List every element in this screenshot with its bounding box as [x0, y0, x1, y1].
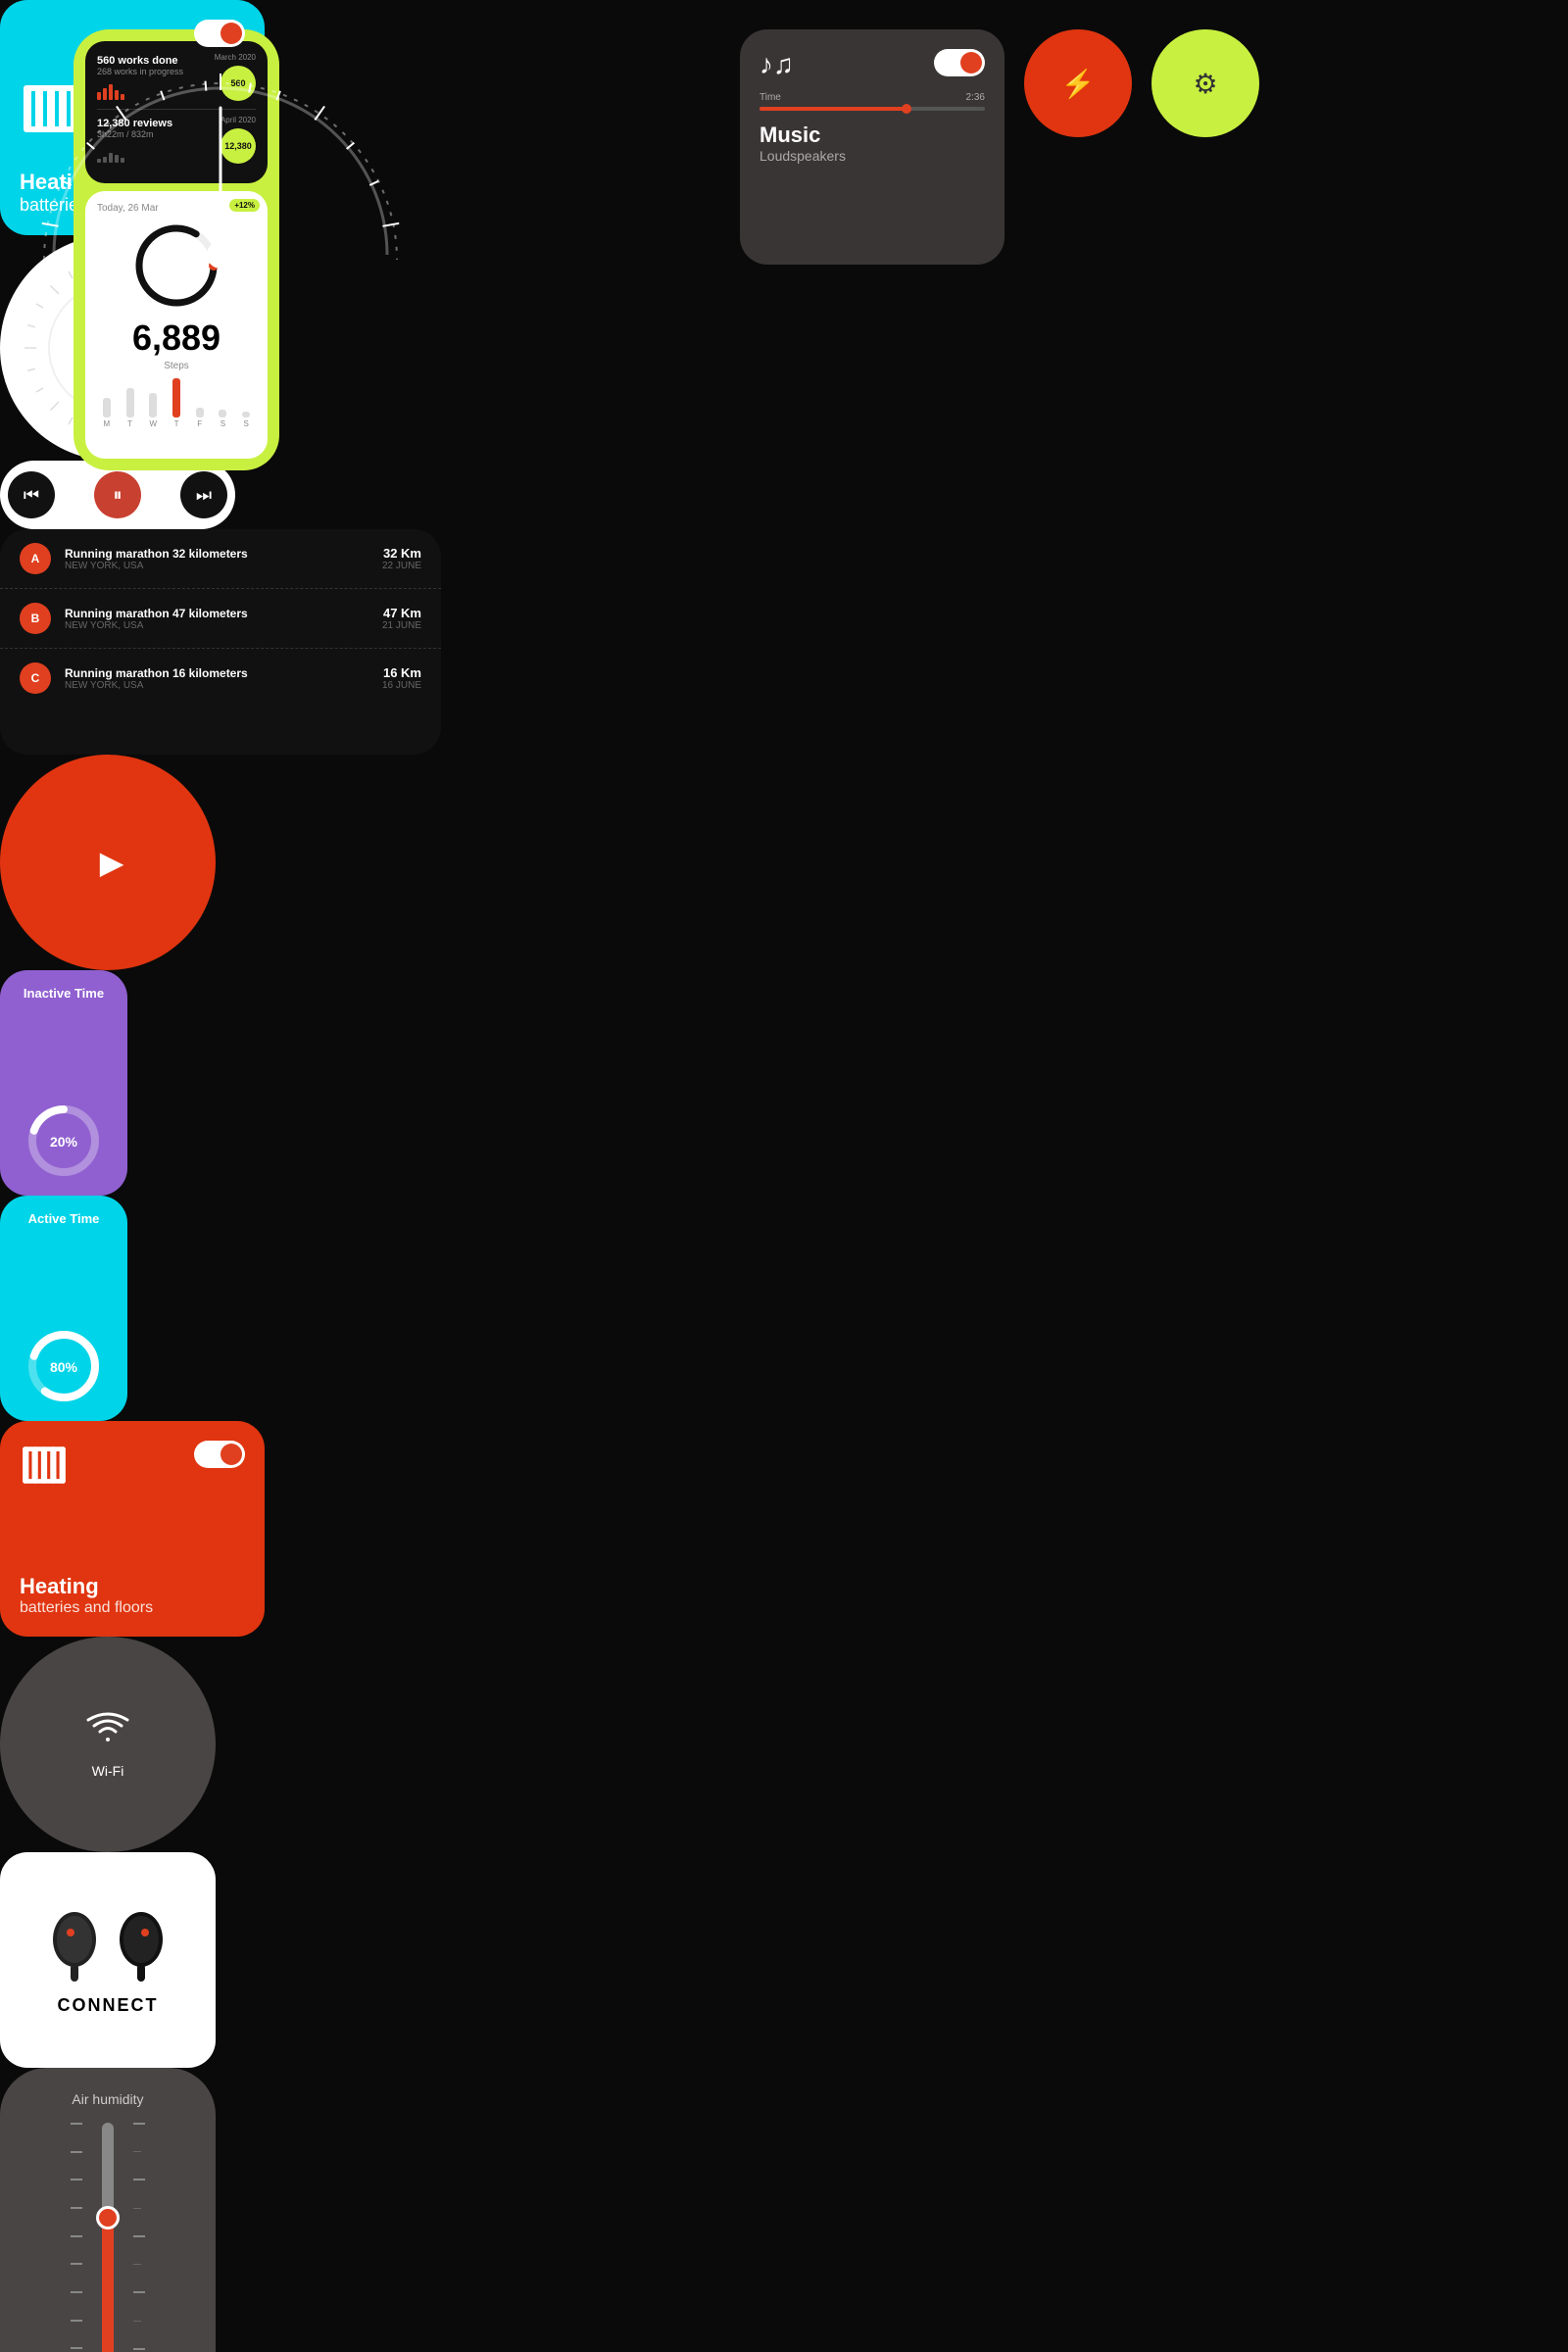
week-bar-w: W	[143, 393, 163, 428]
left-earbud-icon	[45, 1905, 104, 1984]
music-title: Music	[760, 122, 985, 148]
run-item-a: A Running marathon 32 kilometers NEW YOR…	[0, 529, 441, 589]
run-km-a: 32 Km	[382, 546, 421, 561]
week-bar-t: T	[121, 388, 140, 428]
music-progress: Time 2:36	[760, 92, 985, 111]
wifi-label: Wi-Fi	[92, 1763, 124, 1779]
week-bar-s2: S	[236, 412, 256, 428]
active-time-widget: Active Time 80%	[0, 1196, 127, 1421]
pulse-circle-widget[interactable]: ⚡	[1024, 29, 1132, 137]
connect-widget[interactable]: CONNECT	[0, 1852, 216, 2068]
connect-label[interactable]: CONNECT	[58, 1995, 159, 2016]
music-time-label: Time	[760, 92, 781, 103]
humidity-fill	[102, 2225, 114, 2352]
run-badge-c: C	[20, 662, 51, 694]
next-button[interactable]: ⏭	[180, 471, 227, 518]
inactive-time-widget: Inactive Time 20%	[0, 970, 127, 1196]
music-subtitle: Loudspeakers	[760, 148, 985, 164]
run-name-c: Running marathon 16 kilometers	[65, 666, 368, 680]
inactive-label: Inactive Time	[24, 986, 104, 1001]
run-badge-b: B	[20, 603, 51, 634]
run-name-b: Running marathon 47 kilometers	[65, 607, 368, 620]
week-bar-m: M	[97, 398, 117, 428]
wifi-widget[interactable]: Wi-Fi	[0, 1637, 216, 1852]
week-bar-t2: T	[167, 378, 186, 428]
run-info-c: Running marathon 16 kilometers NEW YORK,…	[65, 666, 368, 691]
wifi-signal-icon	[86, 1710, 129, 1745]
run-loc-a: NEW YORK, USA	[65, 561, 368, 571]
run-date-b: 21 JUNE	[382, 620, 421, 631]
music-header: ♪♫	[760, 49, 985, 80]
run-info-b: Running marathon 47 kilometers NEW YORK,…	[65, 607, 368, 631]
run-stats-b: 47 Km 21 JUNE	[382, 606, 421, 631]
run-stats-a: 32 Km 22 JUNE	[382, 546, 421, 571]
humidity-widget: Air humidity	[0, 2068, 216, 2352]
music-progress-fill	[760, 107, 906, 111]
music-progress-bar[interactable]	[760, 107, 985, 111]
run-km-b: 47 Km	[382, 606, 421, 620]
run-stats-c: 16 Km 16 JUNE	[382, 665, 421, 691]
run-loc-c: NEW YORK, USA	[65, 680, 368, 691]
humidity-track[interactable]	[102, 2123, 114, 2352]
pulse-icon: ⚡	[1061, 68, 1096, 100]
heating-bot-subtitle: batteries and floors	[20, 1599, 245, 1617]
steps-unit: Steps	[97, 361, 256, 371]
steps-value: 6,889	[97, 318, 256, 359]
heating-bot-title: Heating	[20, 1574, 245, 1599]
svg-text:80%: 80%	[50, 1359, 78, 1375]
run-date-c: 16 JUNE	[382, 680, 421, 691]
music-widget: ♪♫ Time 2:36 Music Loudspeakers	[740, 29, 1004, 265]
heating-bot-top	[20, 1441, 245, 1490]
run-item-b: B Running marathon 47 kilometers NEW YOR…	[0, 589, 441, 649]
active-label: Active Time	[28, 1211, 100, 1226]
active-donut: 80%	[24, 1327, 103, 1405]
run-badge-a: A	[20, 543, 51, 574]
play-icon: ▶	[100, 844, 124, 881]
media-controls-widget: ⏮ ⏸ ⏭	[0, 461, 235, 529]
run-info-a: Running marathon 32 kilometers NEW YORK,…	[65, 547, 368, 571]
heating-bot-widget: Heating batteries and floors	[0, 1421, 265, 1637]
run-name-a: Running marathon 32 kilometers	[65, 547, 368, 561]
gear-icon: ⚙	[1193, 68, 1217, 100]
week-bar-f: F	[190, 408, 210, 428]
running-list-widget: A Running marathon 32 kilometers NEW YOR…	[0, 529, 441, 755]
humidity-knob[interactable]	[96, 2206, 120, 2230]
heating-bot-toggle-knob	[220, 1444, 242, 1465]
earbuds-image	[45, 1905, 171, 1984]
music-time-value: 2:36	[966, 92, 985, 103]
run-loc-b: NEW YORK, USA	[65, 620, 368, 631]
week-bar-s: S	[214, 410, 233, 428]
gear-circle-widget[interactable]: ⚙	[1152, 29, 1259, 137]
music-progress-dot	[902, 104, 911, 114]
inactive-donut: 20%	[24, 1102, 103, 1180]
heating-bot-toggle[interactable]	[194, 1441, 245, 1468]
pause-button[interactable]: ⏸	[94, 471, 141, 518]
music-toggle[interactable]	[934, 49, 985, 76]
svg-text:20%: 20%	[50, 1134, 78, 1150]
radiator-bot-icon	[20, 1441, 69, 1490]
humidity-slider-area[interactable]	[71, 2123, 145, 2352]
run-item-c: C Running marathon 16 kilometers NEW YOR…	[0, 649, 441, 708]
music-toggle-knob	[960, 52, 982, 74]
prev-button[interactable]: ⏮	[8, 471, 55, 518]
run-date-a: 22 JUNE	[382, 561, 421, 571]
wifi-icon	[86, 1710, 129, 1755]
big-orange-circle-widget[interactable]: ▶	[0, 755, 216, 970]
humidity-title: Air humidity	[72, 2091, 143, 2107]
music-note-icon: ♪♫	[760, 49, 794, 80]
heating-bot-text: Heating batteries and floors	[20, 1574, 245, 1617]
right-earbud-icon	[112, 1905, 171, 1984]
run-km-c: 16 Km	[382, 665, 421, 680]
